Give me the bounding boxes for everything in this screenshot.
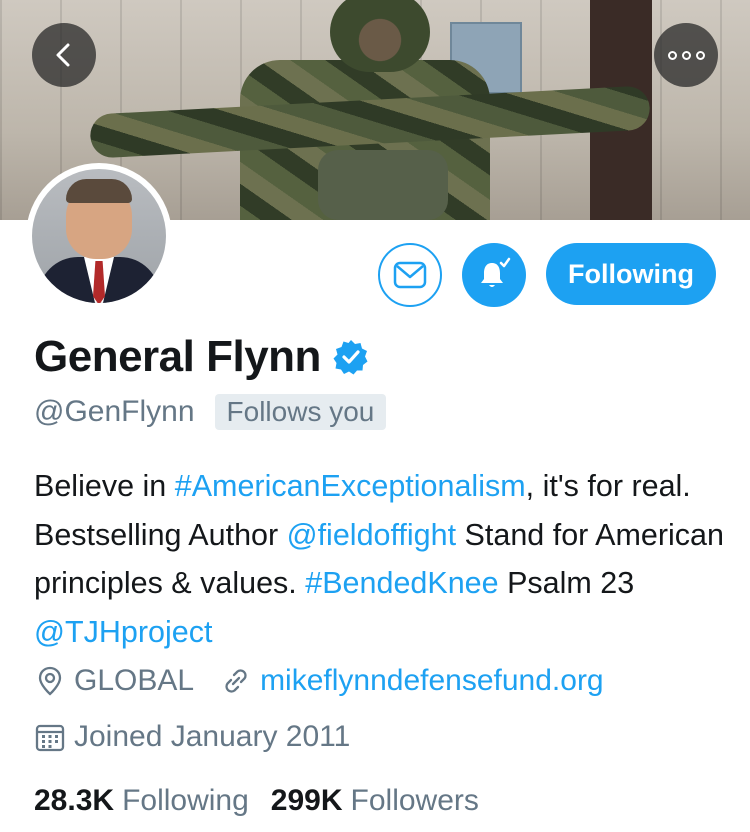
profile-name: General Flynn bbox=[34, 332, 321, 381]
hashtag-link[interactable]: #BendedKnee bbox=[305, 566, 498, 600]
following-button[interactable]: Following bbox=[546, 243, 716, 305]
notifications-button[interactable] bbox=[462, 243, 526, 307]
chevron-left-icon bbox=[56, 43, 70, 67]
banner-figure-head bbox=[330, 0, 430, 72]
joined-row: Joined January 2011 bbox=[34, 720, 350, 754]
location-text: GLOBAL bbox=[74, 664, 195, 697]
back-button[interactable] bbox=[32, 23, 96, 87]
location-pin-icon bbox=[38, 666, 62, 696]
handle-row: @GenFlynn Follows you bbox=[34, 394, 387, 430]
mail-icon bbox=[393, 261, 427, 289]
message-button[interactable] bbox=[378, 243, 442, 307]
mention-link[interactable]: @TJHproject bbox=[34, 615, 212, 649]
banner-figure-pack bbox=[318, 150, 448, 220]
calendar-icon bbox=[35, 724, 65, 752]
hashtag-link[interactable]: #AmericanExceptionalism bbox=[175, 469, 526, 503]
mention-link[interactable]: @fieldoffight bbox=[287, 518, 456, 552]
followers-stat[interactable]: 299K Followers bbox=[271, 784, 479, 818]
website-link[interactable]: mikeflynndefensefund.org bbox=[260, 664, 604, 698]
follows-you-badge: Follows you bbox=[214, 394, 387, 430]
profile-avatar[interactable] bbox=[26, 163, 172, 309]
location-website-row: GLOBAL mikeflynndefensefund.org bbox=[34, 664, 604, 698]
profile-name-row: General Flynn bbox=[34, 332, 369, 382]
verified-badge-icon bbox=[333, 340, 368, 375]
more-dots-icon bbox=[667, 50, 705, 60]
follow-stats: 28.3K Following 299K Followers bbox=[34, 784, 479, 818]
profile-bio: Believe in #AmericanExceptionalism, it's… bbox=[34, 469, 724, 649]
link-icon bbox=[225, 669, 247, 693]
bell-check-icon bbox=[481, 257, 511, 287]
profile-handle: @GenFlynn bbox=[34, 395, 195, 428]
following-stat[interactable]: 28.3K Following bbox=[34, 784, 249, 818]
joined-date: Joined January 2011 bbox=[74, 720, 351, 753]
more-options-button[interactable] bbox=[654, 23, 718, 87]
